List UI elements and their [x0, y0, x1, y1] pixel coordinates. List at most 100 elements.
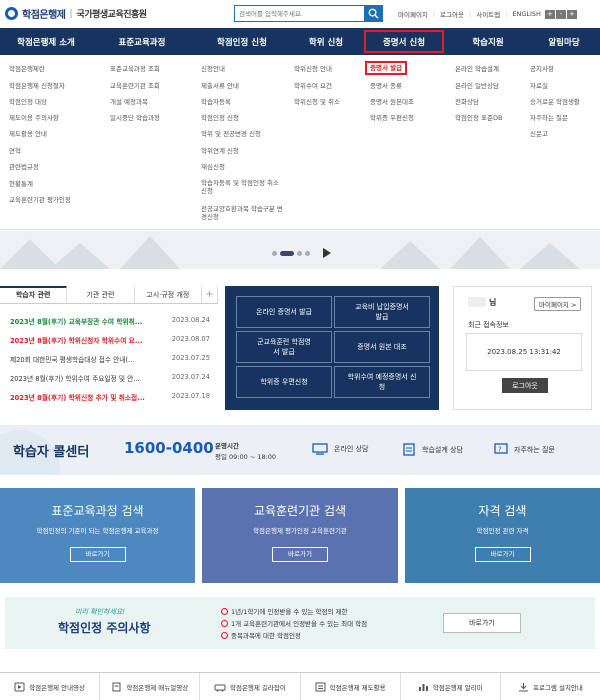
menu-item[interactable]: 학위 및 전공변경 신청 [201, 130, 261, 138]
menu-item[interactable]: 신청안내 [201, 65, 225, 73]
menu-item[interactable]: 표준교육과정 조회 [110, 65, 160, 73]
tab-regulation[interactable]: 고시·규정 개정 [135, 286, 202, 303]
font-reset-button[interactable]: + [566, 9, 577, 19]
menu-item[interactable]: 관련법규정 [9, 163, 39, 171]
menu-item[interactable]: 학점인정 대상 [9, 98, 47, 106]
more-plus-icon[interactable]: + [202, 286, 218, 303]
search-input[interactable] [235, 6, 364, 21]
faq-link[interactable]: ? 자주하는 질문 [494, 443, 555, 456]
banner-desc: 학점인정의 기준이 되는 학점은행제 교육과정 [36, 527, 159, 535]
menu-item[interactable]: 증명서 원본대조 [370, 98, 414, 106]
sitemap-link[interactable]: 사이트맵 [476, 9, 500, 19]
notice-title[interactable]: 2023년 8월(후기) 교육부장관 수여 학위취... [10, 316, 150, 335]
tab-institution[interactable]: 기관 관련 [67, 286, 135, 303]
online-consult-link[interactable]: 온라인 상담 [312, 443, 368, 455]
menu-item[interactable]: 교육훈련기관 평가인정 [9, 196, 71, 204]
menu-item-certificate-issue[interactable]: 증명서 발급 [365, 61, 408, 75]
notice-title[interactable]: 2023년 8월(후기) 학위수여 주요일정 및 안... [10, 373, 150, 392]
list-item[interactable]: 2023년 8월(후기) 학위신청 추가 및 취소접... 2023.07.18 [10, 392, 210, 411]
menu-item[interactable]: 전화상담 [455, 98, 479, 106]
nav-notice[interactable]: 알림마당 [528, 28, 600, 55]
menu-item[interactable]: 제도이용 주의사항 [9, 114, 59, 122]
logout-button[interactable]: 로그아웃 [502, 378, 548, 393]
menu-item[interactable]: 전공교양호환과목 학습구분 변경신청 [201, 205, 283, 221]
menu-item[interactable]: 학점은행제란 [9, 65, 45, 73]
footer-link-install[interactable]: 프로그램 설치안내 [501, 673, 600, 700]
slider-dot-active[interactable] [280, 250, 294, 256]
expected-degree-button[interactable]: 학위수여 예정증명서 신청 [334, 366, 430, 398]
menu-item[interactable]: 재심신청 [201, 163, 225, 171]
menu-item[interactable]: 온라인 일반상담 [455, 82, 499, 90]
nav-credit-application[interactable]: 학점인정 신청 [192, 28, 292, 55]
search-icon [368, 8, 379, 19]
mypage-link[interactable]: 마이페이지 [398, 9, 428, 19]
nav-certificate-application[interactable]: 증명서 신청 [364, 30, 444, 53]
nav-intro[interactable]: 학점은행제 소개 [0, 28, 92, 55]
footer-link-guide[interactable]: 학점은행제 길라잡이 [200, 673, 301, 700]
menu-item[interactable]: 온라인 학습설계 [455, 65, 499, 73]
list-item[interactable]: 2023년 8월(후기) 학위신청자 학위수여 요... 2023.08.07 [10, 335, 210, 354]
menu-item[interactable]: 신문고 [530, 130, 548, 138]
tab-learner[interactable]: 학습자 관련 [0, 286, 68, 303]
notice-title[interactable]: 2023년 8월(후기) 학위신청자 학위수여 요... [10, 335, 150, 354]
footer-link-video[interactable]: 학점은행제 안내영상 [0, 673, 101, 700]
banner-title: 교육훈련기관 검색 [253, 504, 347, 518]
nav-learning-support[interactable]: 학습지원 [448, 28, 528, 55]
menu-item[interactable]: 승거로운 학점생활 [530, 98, 580, 106]
english-link[interactable]: ENGLISH [512, 10, 541, 18]
footer-link-manual[interactable]: 학점은행제 매뉴얼영상 [100, 673, 201, 700]
footer-link-info[interactable]: 학점은행제 알리미 [401, 673, 501, 700]
institution-go-button[interactable]: 바로가기 [272, 547, 328, 562]
tuition-certificate-button[interactable]: 교육비 납입증명서 발급 [334, 296, 430, 328]
nav-degree-application[interactable]: 학위 신청 [292, 28, 360, 55]
menu-item[interactable]: 교육훈련기관 조회 [110, 82, 160, 90]
slider-dot[interactable] [305, 250, 310, 256]
menu-item[interactable]: 현황통계 [9, 180, 33, 188]
list-item[interactable]: 제20회 대한민국 평생학습대상 접수 안내(... 2023.07.25 [10, 354, 210, 373]
study-plan-link[interactable]: 학습설계 상담 [402, 443, 463, 456]
online-certificate-button[interactable]: 온라인 증명서 발급 [236, 296, 332, 328]
menu-item[interactable]: 학점인정 신청 [201, 114, 239, 122]
menu-item[interactable]: 학위신청 및 취소 [294, 98, 340, 106]
site-logo[interactable]: 학점은행제 | 국가평생교육진흥원 [5, 6, 147, 21]
menu-item[interactable]: 학점인정 표준DB [455, 114, 502, 122]
military-certificate-button[interactable]: 군교육훈련 학점영서 발급 [236, 331, 332, 363]
menu-item[interactable]: 학위수여 요건 [294, 82, 332, 90]
font-increase-button[interactable]: + [544, 9, 555, 19]
menu-item[interactable]: 개설 예정과목 [110, 98, 148, 106]
link-separator: | [505, 10, 508, 18]
caution-go-button[interactable]: 바로가기 [443, 613, 521, 633]
list-item[interactable]: 2023년 8월(후기) 교육부장관 수여 학위취... 2023.08.24 [10, 316, 210, 335]
notice-title[interactable]: 제20회 대한민국 평생학습대상 접수 안내(... [10, 354, 150, 373]
menu-item[interactable]: 자주하는 질문 [530, 114, 568, 122]
menu-item[interactable]: 학위증 우편신청 [370, 114, 414, 122]
menu-item[interactable]: 증명서 종류 [370, 82, 402, 90]
slider-dot[interactable] [297, 250, 302, 256]
diploma-mail-button[interactable]: 학위증 우편신청 [236, 366, 332, 398]
notice-date: 2023.07.18 [171, 392, 210, 400]
mypage-button[interactable]: 마이페이지 > [534, 297, 582, 311]
menu-item[interactable]: 학습자등록 [201, 98, 231, 106]
curriculum-go-button[interactable]: 바로가기 [69, 547, 126, 562]
search-button[interactable] [364, 6, 382, 21]
menu-item[interactable]: 학위신청 안내 [294, 65, 332, 73]
menu-item[interactable]: 학습자등록 및 학점인정 취소 신청 [201, 179, 281, 195]
menu-item[interactable]: 제도활용 안내 [9, 130, 47, 138]
play-icon[interactable] [323, 248, 331, 258]
menu-item[interactable]: 학점은행제 신청절차 [9, 82, 65, 90]
menu-item[interactable]: 연혁 [9, 147, 21, 155]
slider-dot[interactable] [272, 250, 277, 256]
logout-link[interactable]: 로그아웃 [440, 9, 464, 19]
menu-item[interactable]: 학위연계 신청 [201, 147, 239, 155]
notice-title[interactable]: 2023년 8월(후기) 학위신청 추가 및 취소접... [10, 392, 150, 411]
list-item[interactable]: 2023년 8월(후기) 학위수여 주요일정 및 안... 2023.07.24 [10, 373, 210, 392]
font-decrease-button[interactable]: - [555, 9, 566, 19]
nav-standard-curriculum[interactable]: 표준교육과정 [92, 28, 192, 55]
menu-item[interactable]: 일시중단 학습과정 [110, 114, 160, 122]
qualification-go-button[interactable]: 바로가기 [474, 547, 531, 562]
menu-item[interactable]: 자료실 [530, 82, 548, 90]
footer-link-usage[interactable]: 학점은행제 제도활용 [301, 673, 401, 700]
menu-item[interactable]: 공지사항 [530, 65, 554, 73]
menu-item[interactable]: 제출서류 안내 [201, 82, 239, 90]
certificate-verify-button[interactable]: 증명서 원본 대조 [334, 331, 430, 363]
